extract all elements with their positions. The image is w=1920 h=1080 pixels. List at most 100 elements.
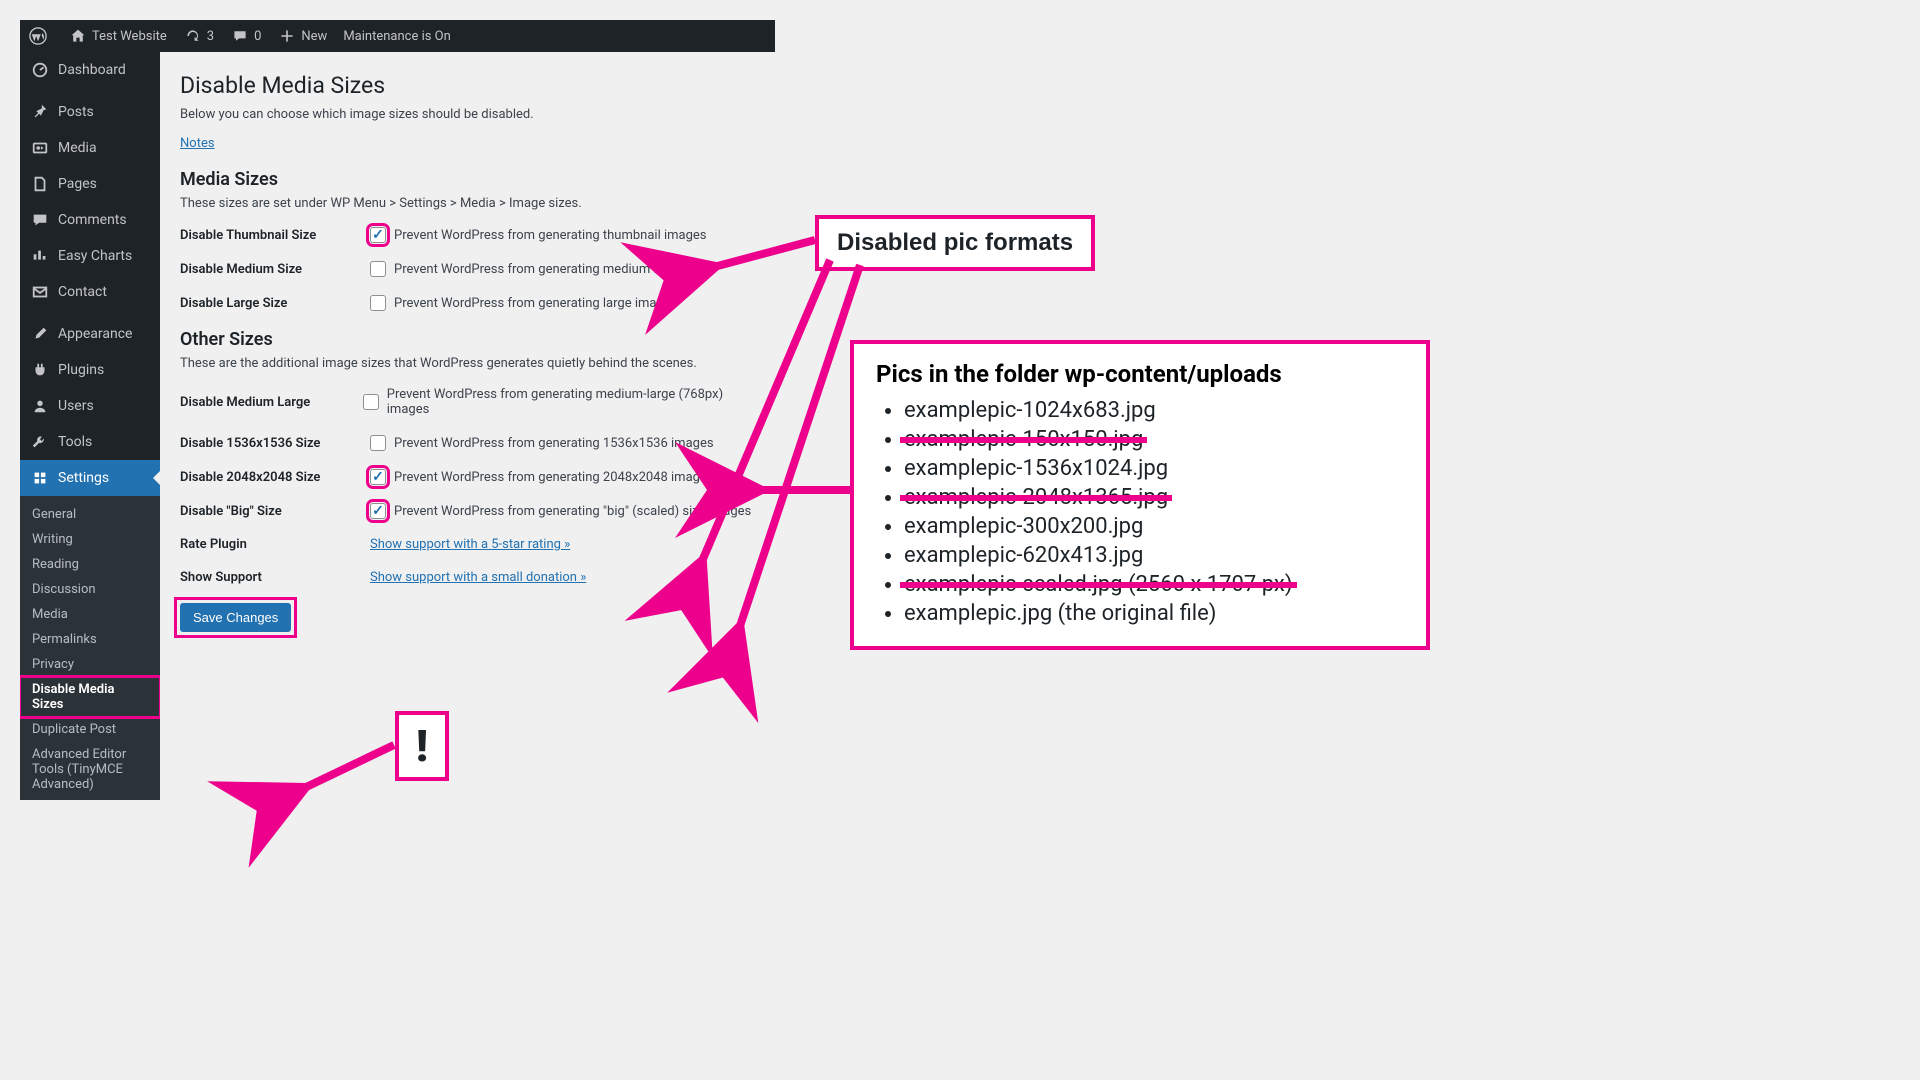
menu-item-plugins[interactable]: Plugins [20, 352, 160, 388]
menu-item-pages[interactable]: Pages [20, 166, 160, 202]
home-icon [68, 26, 88, 46]
plus-icon [277, 26, 297, 46]
wordpress-admin-shell: Test Website 3 0 New Main [20, 20, 775, 800]
checkbox[interactable] [370, 435, 386, 451]
submenu-disable-media-sizes[interactable]: Disable Media Sizes [20, 677, 160, 717]
menu-label: Posts [58, 104, 94, 120]
setting-field: Prevent WordPress from generating large … [370, 295, 677, 311]
setting-row: Disable 1536x1536 Size Prevent WordPress … [180, 435, 755, 451]
file-entry: examplepic-1024x683.jpg [904, 398, 1404, 423]
menu-item-easy-charts[interactable]: Easy Charts [20, 238, 160, 274]
maintenance-link[interactable]: Maintenance is On [335, 20, 458, 52]
file-entry: examplepic.jpg (the original file) [904, 601, 1404, 626]
updates-link[interactable]: 3 [175, 20, 222, 52]
file-entry: examplepic-620x413.jpg [904, 543, 1404, 568]
menu-item-appearance[interactable]: Appearance [20, 316, 160, 352]
save-highlight: Save Changes [180, 603, 291, 632]
setting-description: Prevent WordPress from generating large … [394, 296, 677, 311]
setting-field: Prevent WordPress from generating "big" … [370, 503, 751, 519]
admin-sidebar: Dashboard Posts Media Pages Comments Easy Cha… [20, 52, 160, 800]
pin-icon [30, 102, 50, 122]
brush-icon [30, 324, 50, 344]
setting-description: Prevent WordPress from generating medium… [387, 387, 755, 417]
file-entry: examplepic-150x150.jpg [904, 427, 1404, 452]
exclaim-callout: ! [395, 711, 449, 781]
menu-item-settings[interactable]: Settings [20, 460, 160, 496]
media-sizes-heading: Media Sizes [180, 169, 755, 190]
menu-item-posts[interactable]: Posts [20, 94, 160, 130]
other-sizes-heading: Other Sizes [180, 329, 755, 350]
media-sizes-desc: These sizes are set under WP Menu > Sett… [180, 196, 755, 211]
submenu-advanced-editor-tools-tinymce-advanced-[interactable]: Advanced Editor Tools (TinyMCE Advanced) [20, 742, 160, 797]
setting-description: Prevent WordPress from generating 2048x2… [394, 470, 714, 485]
menu-label: Appearance [58, 326, 132, 342]
comment-icon [230, 26, 250, 46]
show-support-label: Show Support [180, 570, 370, 585]
menu-item-comments[interactable]: Comments [20, 202, 160, 238]
submenu-media[interactable]: Media [20, 602, 160, 627]
checkbox[interactable] [363, 394, 378, 410]
menu-item-contact[interactable]: Contact [20, 274, 160, 310]
menu-item-users[interactable]: Users [20, 388, 160, 424]
submenu-general[interactable]: General [20, 502, 160, 527]
site-name-link[interactable]: Test Website [60, 20, 175, 52]
dashboard-icon [30, 60, 50, 80]
admin-toolbar: Test Website 3 0 New Main [20, 20, 775, 52]
checkbox[interactable] [370, 261, 386, 277]
setting-label: Disable 1536x1536 Size [180, 436, 370, 451]
file-entry: examplepic-300x200.jpg [904, 514, 1404, 539]
menu-label: Pages [58, 176, 97, 192]
page-icon [30, 174, 50, 194]
settings-icon [30, 468, 50, 488]
setting-description: Prevent WordPress from generating 1536x1… [394, 436, 714, 451]
mail-icon [30, 282, 50, 302]
plug-icon [30, 360, 50, 380]
setting-description: Prevent WordPress from generating "big" … [394, 504, 751, 519]
submenu-privacy[interactable]: Privacy [20, 652, 160, 677]
submenu-writing[interactable]: Writing [20, 527, 160, 552]
rate-plugin-label: Rate Plugin [180, 537, 370, 552]
page-title: Disable Media Sizes [180, 72, 755, 99]
updates-icon [183, 26, 203, 46]
setting-row: Disable Large SizePrevent WordPress from… [180, 295, 755, 311]
setting-label: Disable Medium Large [180, 395, 363, 410]
submenu-duplicate-post[interactable]: Duplicate Post [20, 717, 160, 742]
callout-disabled-formats: Disabled pic formats [815, 215, 1095, 271]
comments-count: 0 [254, 29, 261, 44]
checkbox[interactable] [370, 503, 386, 519]
menu-label: Users [58, 398, 94, 414]
menu-label: Media [58, 140, 97, 156]
setting-label: Disable Thumbnail Size [180, 228, 370, 243]
menu-label: Dashboard [58, 62, 126, 78]
menu-item-tools[interactable]: Tools [20, 424, 160, 460]
menu-item-dashboard[interactable]: Dashboard [20, 52, 160, 88]
comment-icon [30, 210, 50, 230]
show-support-link[interactable]: Show support with a small donation » [370, 570, 586, 585]
checkbox[interactable] [370, 227, 386, 243]
submenu-reading[interactable]: Reading [20, 552, 160, 577]
setting-row: Disable "Big" SizePrevent WordPress from… [180, 503, 755, 519]
menu-label: Tools [58, 434, 92, 450]
new-content-link[interactable]: New [269, 20, 335, 52]
checkbox[interactable] [370, 469, 386, 485]
wordpress-icon [28, 26, 48, 46]
user-icon [30, 396, 50, 416]
notes-link[interactable]: Notes [180, 136, 215, 151]
setting-row: Disable Medium SizePrevent WordPress fro… [180, 261, 755, 277]
submenu-permalinks[interactable]: Permalinks [20, 627, 160, 652]
media-icon [30, 138, 50, 158]
setting-field: Prevent WordPress from generating medium… [370, 261, 696, 277]
setting-label: Disable Medium Size [180, 262, 370, 277]
checkbox[interactable] [370, 295, 386, 311]
save-changes-button[interactable]: Save Changes [180, 603, 291, 632]
rate-plugin-link[interactable]: Show support with a 5-star rating » [370, 537, 570, 552]
setting-label: Disable 2048x2048 Size [180, 470, 370, 485]
setting-row: Disable Medium Large Prevent WordPress fr… [180, 387, 755, 417]
wp-logo[interactable] [20, 20, 60, 52]
menu-label: Easy Charts [58, 248, 132, 264]
submenu-discussion[interactable]: Discussion [20, 577, 160, 602]
file-entry: examplepic-2048x1365.jpg [904, 485, 1404, 510]
comments-link[interactable]: 0 [222, 20, 269, 52]
menu-item-media[interactable]: Media [20, 130, 160, 166]
setting-field: Prevent WordPress from generating 2048x2… [370, 469, 714, 485]
